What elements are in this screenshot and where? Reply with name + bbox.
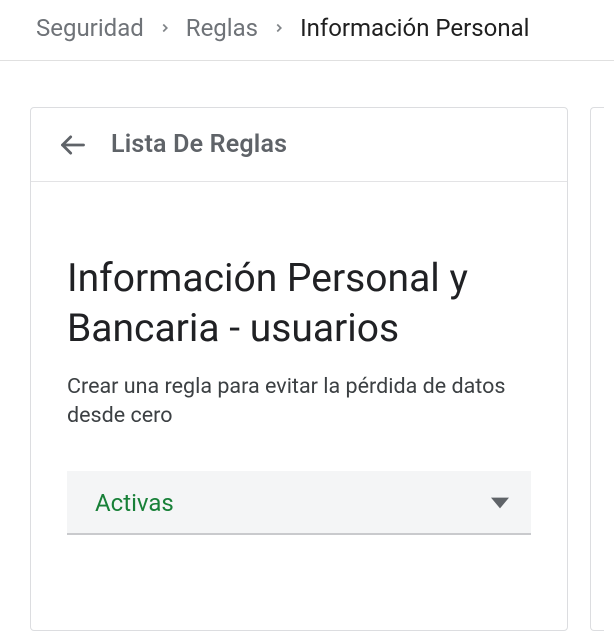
back-arrow-button[interactable] — [59, 131, 87, 159]
content-area: Lista De Reglas Información Personal y B… — [0, 61, 614, 631]
breadcrumb-link-reglas[interactable]: Reglas — [186, 14, 258, 42]
rule-description: Crear una regla para evitar la pérdida d… — [67, 372, 531, 431]
status-select[interactable]: Activas — [67, 471, 531, 535]
breadcrumb-link-seguridad[interactable]: Seguridad — [36, 14, 144, 42]
card-header-title: Lista De Reglas — [111, 130, 287, 159]
breadcrumb: Seguridad Reglas Información Personal — [0, 0, 614, 61]
adjacent-card-edge — [590, 107, 604, 631]
chevron-right-icon — [272, 21, 286, 35]
caret-down-icon — [491, 497, 509, 509]
card-body: Información Personal y Bancaria - usuari… — [31, 182, 567, 565]
card-header: Lista De Reglas — [31, 108, 567, 182]
chevron-right-icon — [158, 21, 172, 35]
status-select-value: Activas — [95, 489, 174, 517]
rule-title: Información Personal y Bancaria - usuari… — [67, 254, 531, 354]
rule-card: Lista De Reglas Información Personal y B… — [30, 107, 568, 631]
breadcrumb-current: Información Personal — [300, 14, 529, 42]
